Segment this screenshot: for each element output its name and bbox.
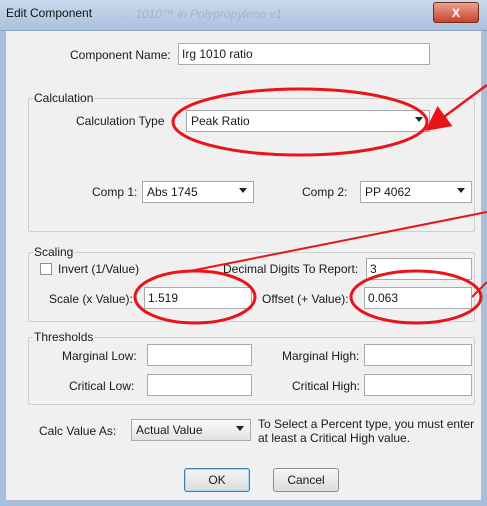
chevron-down-icon xyxy=(457,188,465,193)
scale-input[interactable]: 1.519 xyxy=(144,287,252,309)
background-window-title: ... 1010™ in Polypropylene v1 xyxy=(122,7,283,21)
marginal-high-label: Marginal High: xyxy=(282,349,360,363)
close-icon: X xyxy=(451,5,460,20)
percent-type-note-line1: To Select a Percent type, you must enter xyxy=(258,417,475,431)
scaling-group-title: Scaling xyxy=(33,245,75,259)
percent-type-note-line2: at least a Critical High value. xyxy=(258,431,411,445)
comp2-select[interactable]: PP 4062 xyxy=(360,181,472,203)
calculation-type-value: Peak Ratio xyxy=(191,114,250,128)
critical-high-label: Critical High: xyxy=(292,379,361,393)
decimal-digits-input[interactable]: 3 xyxy=(366,258,472,280)
close-button[interactable]: X xyxy=(433,2,479,23)
thresholds-group-title: Thresholds xyxy=(33,330,95,344)
percent-type-note: To Select a Percent type, you must enter… xyxy=(258,417,474,445)
window-title: Edit Component xyxy=(6,6,93,20)
marginal-low-label: Marginal Low: xyxy=(62,349,137,363)
critical-high-input[interactable] xyxy=(364,374,472,396)
invert-label: Invert (1/Value) xyxy=(58,262,140,276)
comp1-label: Comp 1: xyxy=(92,185,138,199)
comp1-value: Abs 1745 xyxy=(147,185,198,199)
component-name-label: Component Name: xyxy=(70,48,171,62)
cancel-button[interactable]: Cancel xyxy=(273,468,339,492)
edit-component-dialog: Edit Component ... 1010™ in Polypropylen… xyxy=(0,0,487,506)
comp2-label: Comp 2: xyxy=(302,185,348,199)
component-name-input[interactable]: Irg 1010 ratio xyxy=(178,43,430,65)
decimal-digits-label: Decimal Digits To Report: xyxy=(223,262,359,276)
critical-low-label: Critical Low: xyxy=(69,379,135,393)
scale-label: Scale (x Value): xyxy=(49,292,133,306)
chevron-down-icon xyxy=(239,188,247,193)
calc-value-as-select[interactable]: Actual Value xyxy=(131,419,251,441)
invert-checkbox[interactable] xyxy=(40,263,52,275)
calc-value-as-label: Calc Value As: xyxy=(39,424,117,438)
chevron-down-icon xyxy=(415,117,423,122)
offset-label: Offset (+ Value): xyxy=(262,292,349,306)
title-bar[interactable]: Edit Component ... 1010™ in Polypropylen… xyxy=(0,0,487,31)
marginal-low-input[interactable] xyxy=(147,344,252,366)
comp2-value: PP 4062 xyxy=(365,185,411,199)
calculation-group-title: Calculation xyxy=(33,91,95,105)
calc-value-as-value: Actual Value xyxy=(136,423,203,437)
offset-input[interactable]: 0.063 xyxy=(364,287,472,309)
calculation-type-select[interactable]: Peak Ratio xyxy=(186,110,430,132)
comp1-select[interactable]: Abs 1745 xyxy=(142,181,254,203)
calculation-type-label: Calculation Type xyxy=(76,114,165,128)
critical-low-input[interactable] xyxy=(147,374,252,396)
dialog-body: Component Name: Irg 1010 ratio Calculati… xyxy=(6,31,481,500)
ok-button[interactable]: OK xyxy=(184,468,250,492)
marginal-high-input[interactable] xyxy=(364,344,472,366)
chevron-down-icon xyxy=(236,426,244,431)
